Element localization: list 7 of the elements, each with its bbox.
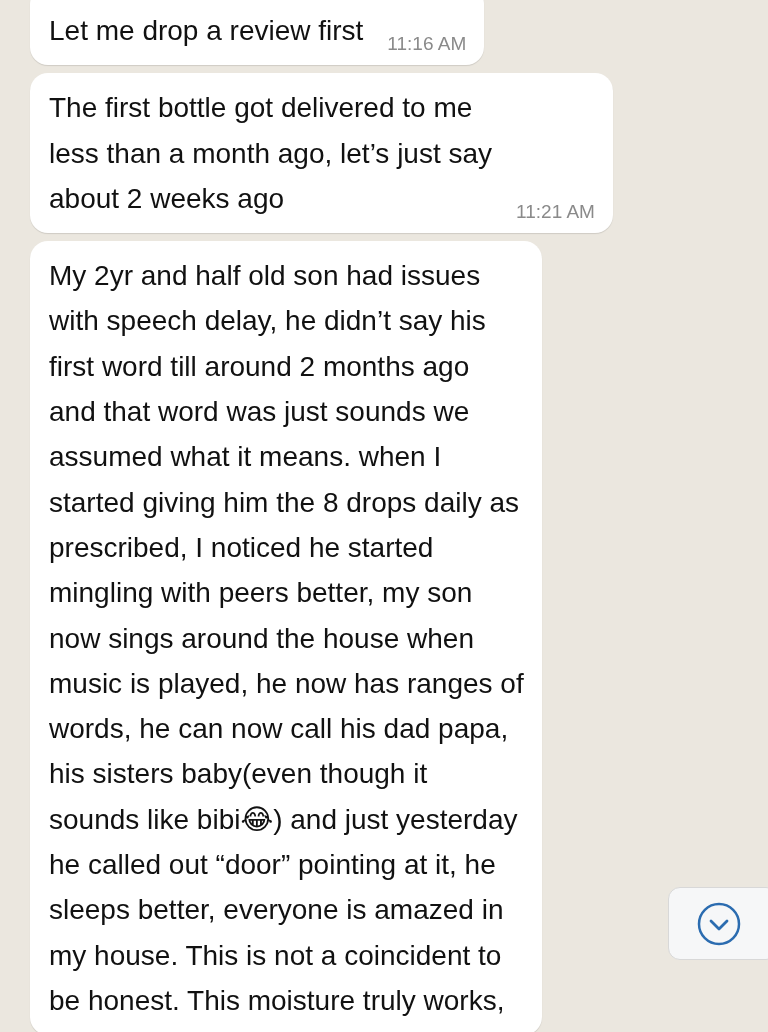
chevron-down-icon	[697, 901, 741, 946]
message-time: 11:21 AM	[516, 201, 595, 224]
message-text: My 2yr and half old son had issues with speech delay, he didn’t say his first word till around 2 months ago and that word was just sounds we assumed what it means. when I started giving him the 8 drops daily as prescribed, I noticed he started mingling with peers better, my son now sings around the house when music is played, he now has ranges of words, he can now call his dad papa, his sisters baby(even though it sounds like bibi😂) and just yesterday he called out “door” pointing at it, he sleeps better, everyone is amazed in my house. This is not a coincident to be honest. This moisture truly works,	[49, 259, 524, 1018]
scroll-down-button[interactable]	[668, 887, 768, 960]
message-text: Let me drop a review first	[49, 14, 364, 48]
message-time: 11:16 AM	[387, 33, 467, 56]
message-text: The first bottle got delivered to me less than a month ago, let’s just say about 2 weeks ago	[49, 91, 493, 216]
